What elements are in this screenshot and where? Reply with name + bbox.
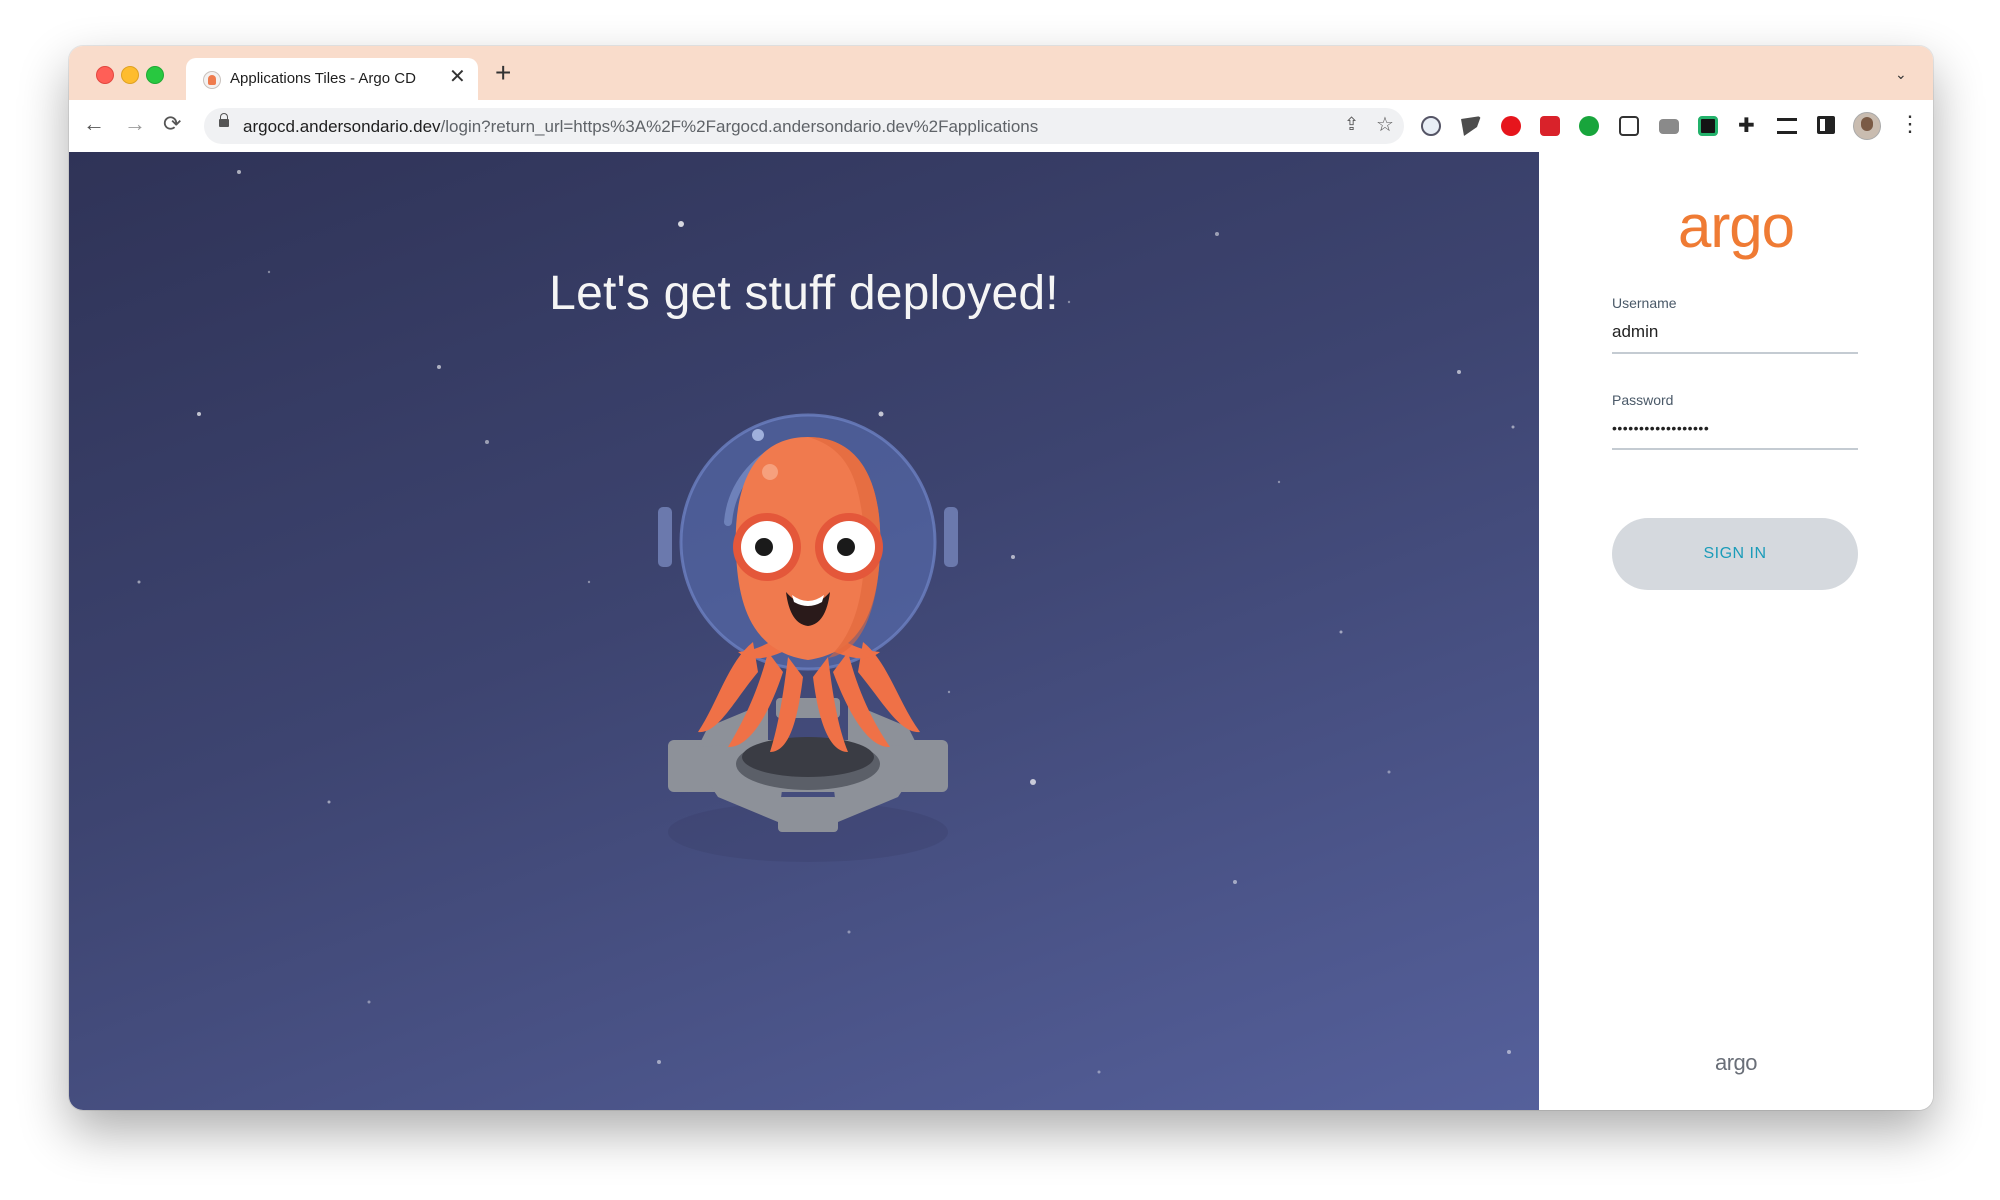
username-label: Username [1612,295,1677,311]
address-bar[interactable]: argocd.andersondario.dev/login?return_ur… [204,108,1404,144]
tab-argo-cd[interactable]: Applications Tiles - Argo CD ✕ [186,58,478,100]
argo-logo: argo [1677,193,1795,260]
extensions-icon[interactable]: ✚ [1738,113,1755,138]
share-icon[interactable]: ⇪ [1344,114,1359,135]
puzzle-red-icon[interactable] [1540,116,1560,136]
hero-title: Let's get stuff deployed! [549,267,1059,320]
profile-avatar[interactable] [1853,112,1881,140]
side-panel-icon[interactable] [1817,116,1835,134]
tab-title: Applications Tiles - Argo CD [230,70,416,87]
title-bar: Applications Tiles - Argo CD ✕ + ⌄ [69,46,1933,100]
dollar-icon[interactable] [1698,116,1718,136]
minimize-window-button[interactable] [121,66,139,84]
forward-button[interactable]: → [124,112,146,136]
lock-icon[interactable] [219,113,229,127]
password-label: Password [1612,392,1674,408]
browser-menu-icon[interactable]: ⋮ [1899,111,1921,137]
flag-icon[interactable] [1461,116,1481,136]
zoom-window-button[interactable] [146,66,164,84]
url-host: argocd.andersondario.dev [243,117,441,136]
url-text[interactable]: argocd.andersondario.dev/login?return_ur… [243,117,1038,137]
sign-in-button[interactable]: SIGN IN [1612,518,1858,590]
tab-close-icon[interactable]: ✕ [449,67,466,87]
url-path: /login?return_url=https%3A%2F%2Fargocd.a… [440,117,1039,136]
page-content: Let's get stuff deployed! argo Username … [69,152,1933,1110]
argo-octopus-mascot-illustration [658,413,958,862]
back-button[interactable]: ← [83,112,105,136]
bookmark-star-icon[interactable]: ☆ [1376,112,1394,137]
reload-button[interactable]: ⟳ [163,112,181,136]
footer-argo-logo: argo [1714,1050,1758,1075]
password-field[interactable] [1612,414,1858,450]
password-manager-icon[interactable] [1421,116,1441,136]
close-window-button[interactable] [96,66,114,84]
camera-icon[interactable] [1659,119,1679,134]
send-icon[interactable] [1619,116,1639,136]
new-tab-button[interactable]: + [495,59,511,87]
reading-list-icon[interactable] [1777,118,1797,134]
browser-window: Applications Tiles - Argo CD ✕ + ⌄ ← → ⟳… [69,46,1933,1110]
username-field[interactable] [1612,318,1858,354]
login-panel: argo Username Password SIGN IN argo [1539,152,1933,1110]
shield-icon[interactable] [1501,116,1521,136]
check-icon[interactable] [1579,116,1599,136]
argo-favicon-icon [203,71,221,89]
tab-search-chevron-icon[interactable]: ⌄ [1895,66,1907,83]
browser-toolbar: ← → ⟳ argocd.andersondario.dev/login?ret… [69,100,1933,153]
hero-panel: Let's get stuff deployed! [69,152,1539,1110]
